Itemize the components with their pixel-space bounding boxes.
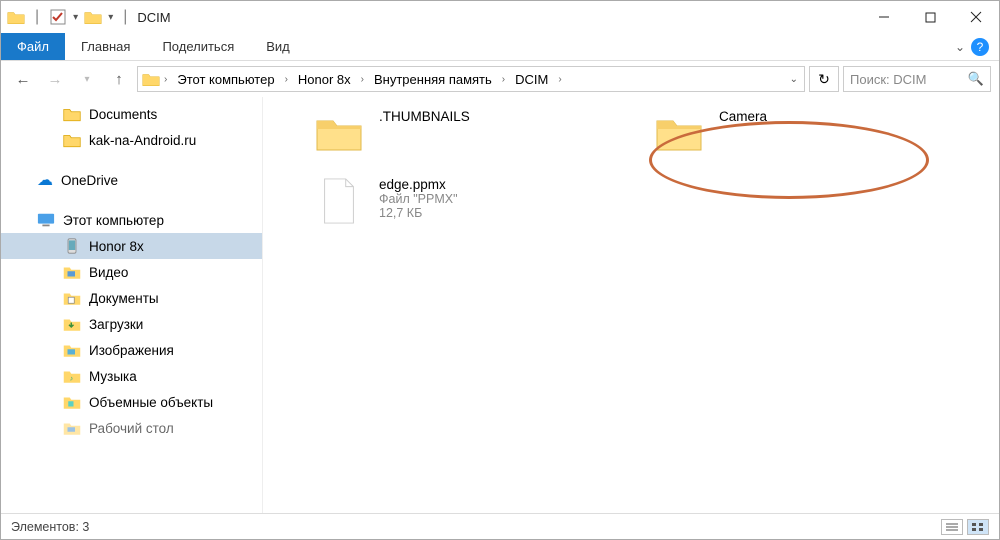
file-item-edge[interactable]: edge.ppmx Файл "PPMX" 12,7 КБ bbox=[311, 177, 591, 225]
sidebar-item-thispc[interactable]: Этот компьютер bbox=[1, 207, 262, 233]
tab-view[interactable]: Вид bbox=[250, 33, 306, 60]
file-name: edge.ppmx bbox=[379, 177, 458, 192]
sidebar-item-downloads[interactable]: Загрузки bbox=[1, 311, 262, 337]
address-dropdown-icon[interactable]: ⌄ bbox=[790, 74, 798, 85]
sidebar-item-onedrive[interactable]: ☁ OneDrive bbox=[1, 167, 262, 193]
sidebar-item-label: Загрузки bbox=[89, 317, 143, 332]
folder-icon bbox=[311, 109, 367, 157]
file-icon bbox=[311, 177, 367, 225]
help-button[interactable]: ? bbox=[971, 38, 989, 56]
qat-dropdown-icon[interactable]: ▾ bbox=[73, 12, 78, 23]
ribbon-right: ⌄ ? bbox=[955, 33, 999, 60]
file-type: Файл "PPMX" bbox=[379, 192, 458, 206]
sidebar-item-docs[interactable]: Документы bbox=[1, 285, 262, 311]
sidebar-item-music[interactable]: ♪ Музыка bbox=[1, 363, 262, 389]
explorer-window: | ▾ ▾ | DCIM Файл Главная bbox=[0, 0, 1000, 540]
chevron-right-icon[interactable]: › bbox=[556, 74, 563, 85]
window-controls bbox=[861, 1, 999, 33]
view-switcher bbox=[941, 519, 989, 535]
maximize-button[interactable] bbox=[907, 1, 953, 33]
folder-icon bbox=[7, 8, 25, 26]
sidebar-item-pictures[interactable]: Изображения bbox=[1, 337, 262, 363]
content-pane[interactable]: .THUMBNAILS Camera bbox=[263, 97, 999, 513]
app-folder-icon bbox=[84, 8, 102, 26]
recent-dropdown[interactable]: ▾ bbox=[73, 66, 101, 92]
sidebar-item-label: OneDrive bbox=[61, 173, 118, 188]
sidebar-item-kak-na-android[interactable]: kak-na-Android.ru bbox=[1, 127, 262, 153]
folder-icon bbox=[651, 109, 707, 157]
sidebar-item-label: Documents bbox=[89, 107, 157, 122]
separator-icon: | bbox=[123, 8, 127, 26]
folder-icon bbox=[142, 70, 160, 88]
refresh-button[interactable]: ↻ bbox=[809, 66, 839, 92]
sidebar-item-desktop[interactable]: Рабочий стол bbox=[1, 415, 262, 441]
body: Documents kak-na-Android.ru ☁ OneDrive Э… bbox=[1, 97, 999, 513]
sidebar-item-label: Объемные объекты bbox=[89, 395, 213, 410]
breadcrumb-seg[interactable]: Внутренняя память bbox=[368, 70, 498, 89]
onedrive-icon: ☁ bbox=[37, 170, 53, 190]
chevron-right-icon[interactable]: › bbox=[283, 74, 290, 85]
up-button[interactable]: ↑ bbox=[105, 66, 133, 92]
forward-button[interactable]: → bbox=[41, 66, 69, 92]
tab-file[interactable]: Файл bbox=[1, 33, 65, 60]
tab-share[interactable]: Поделиться bbox=[146, 33, 250, 60]
sidebar-item-label: Музыка bbox=[89, 369, 137, 384]
titlebar-left: | ▾ ▾ | DCIM bbox=[7, 8, 171, 26]
breadcrumb-seg[interactable]: Этот компьютер bbox=[171, 70, 280, 89]
svg-text:♪: ♪ bbox=[70, 376, 73, 383]
file-name: Camera bbox=[719, 109, 767, 124]
status-count: Элементов: 3 bbox=[11, 520, 89, 534]
folder-item-camera[interactable]: Camera bbox=[651, 109, 931, 157]
sidebar-item-honor8x[interactable]: Honor 8x bbox=[1, 233, 262, 259]
close-button[interactable] bbox=[953, 1, 999, 33]
chevron-right-icon[interactable]: › bbox=[162, 74, 169, 85]
statusbar: Элементов: 3 bbox=[1, 513, 999, 539]
breadcrumb-seg[interactable]: Honor 8x bbox=[292, 70, 357, 89]
separator-icon: | bbox=[35, 8, 39, 26]
folder-item-thumbnails[interactable]: .THUMBNAILS bbox=[311, 109, 591, 157]
breadcrumb[interactable]: › Этот компьютер › Honor 8x › Внутренняя… bbox=[137, 66, 805, 92]
minimize-button[interactable] bbox=[861, 1, 907, 33]
sidebar-item-label: Видео bbox=[89, 265, 128, 280]
sidebar-item-3d[interactable]: Объемные объекты bbox=[1, 389, 262, 415]
title-dropdown-icon[interactable]: ▾ bbox=[108, 12, 113, 23]
view-details-button[interactable] bbox=[941, 519, 963, 535]
addressbar: ← → ▾ ↑ › Этот компьютер › Honor 8x › Вн… bbox=[1, 61, 999, 97]
sidebar-item-label: Документы bbox=[89, 291, 159, 306]
sidebar[interactable]: Documents kak-na-Android.ru ☁ OneDrive Э… bbox=[1, 97, 263, 513]
sidebar-item-documents[interactable]: Documents bbox=[1, 101, 262, 127]
checkmark-icon[interactable] bbox=[49, 8, 67, 26]
tab-home[interactable]: Главная bbox=[65, 33, 146, 60]
sidebar-item-label: Рабочий стол bbox=[89, 421, 174, 436]
ribbon-collapse-icon[interactable]: ⌄ bbox=[955, 40, 965, 54]
breadcrumb-seg[interactable]: DCIM bbox=[509, 70, 554, 89]
search-input[interactable]: Поиск: DCIM 🔍 bbox=[843, 66, 991, 92]
sidebar-item-label: Honor 8x bbox=[89, 239, 144, 254]
back-button[interactable]: ← bbox=[9, 66, 37, 92]
sidebar-item-label: Изображения bbox=[89, 343, 174, 358]
file-size: 12,7 КБ bbox=[379, 206, 458, 220]
chevron-right-icon[interactable]: › bbox=[500, 74, 507, 85]
titlebar: | ▾ ▾ | DCIM bbox=[1, 1, 999, 33]
window-title: DCIM bbox=[137, 10, 170, 25]
sidebar-item-label: kak-na-Android.ru bbox=[89, 133, 196, 148]
search-icon: 🔍 bbox=[968, 71, 984, 87]
sidebar-item-video[interactable]: Видео bbox=[1, 259, 262, 285]
search-placeholder: Поиск: DCIM bbox=[850, 72, 926, 87]
ribbon: Файл Главная Поделиться Вид ⌄ ? bbox=[1, 33, 999, 61]
sidebar-item-label: Этот компьютер bbox=[63, 213, 164, 228]
chevron-right-icon[interactable]: › bbox=[359, 74, 366, 85]
view-icons-button[interactable] bbox=[967, 519, 989, 535]
file-name: .THUMBNAILS bbox=[379, 109, 470, 124]
